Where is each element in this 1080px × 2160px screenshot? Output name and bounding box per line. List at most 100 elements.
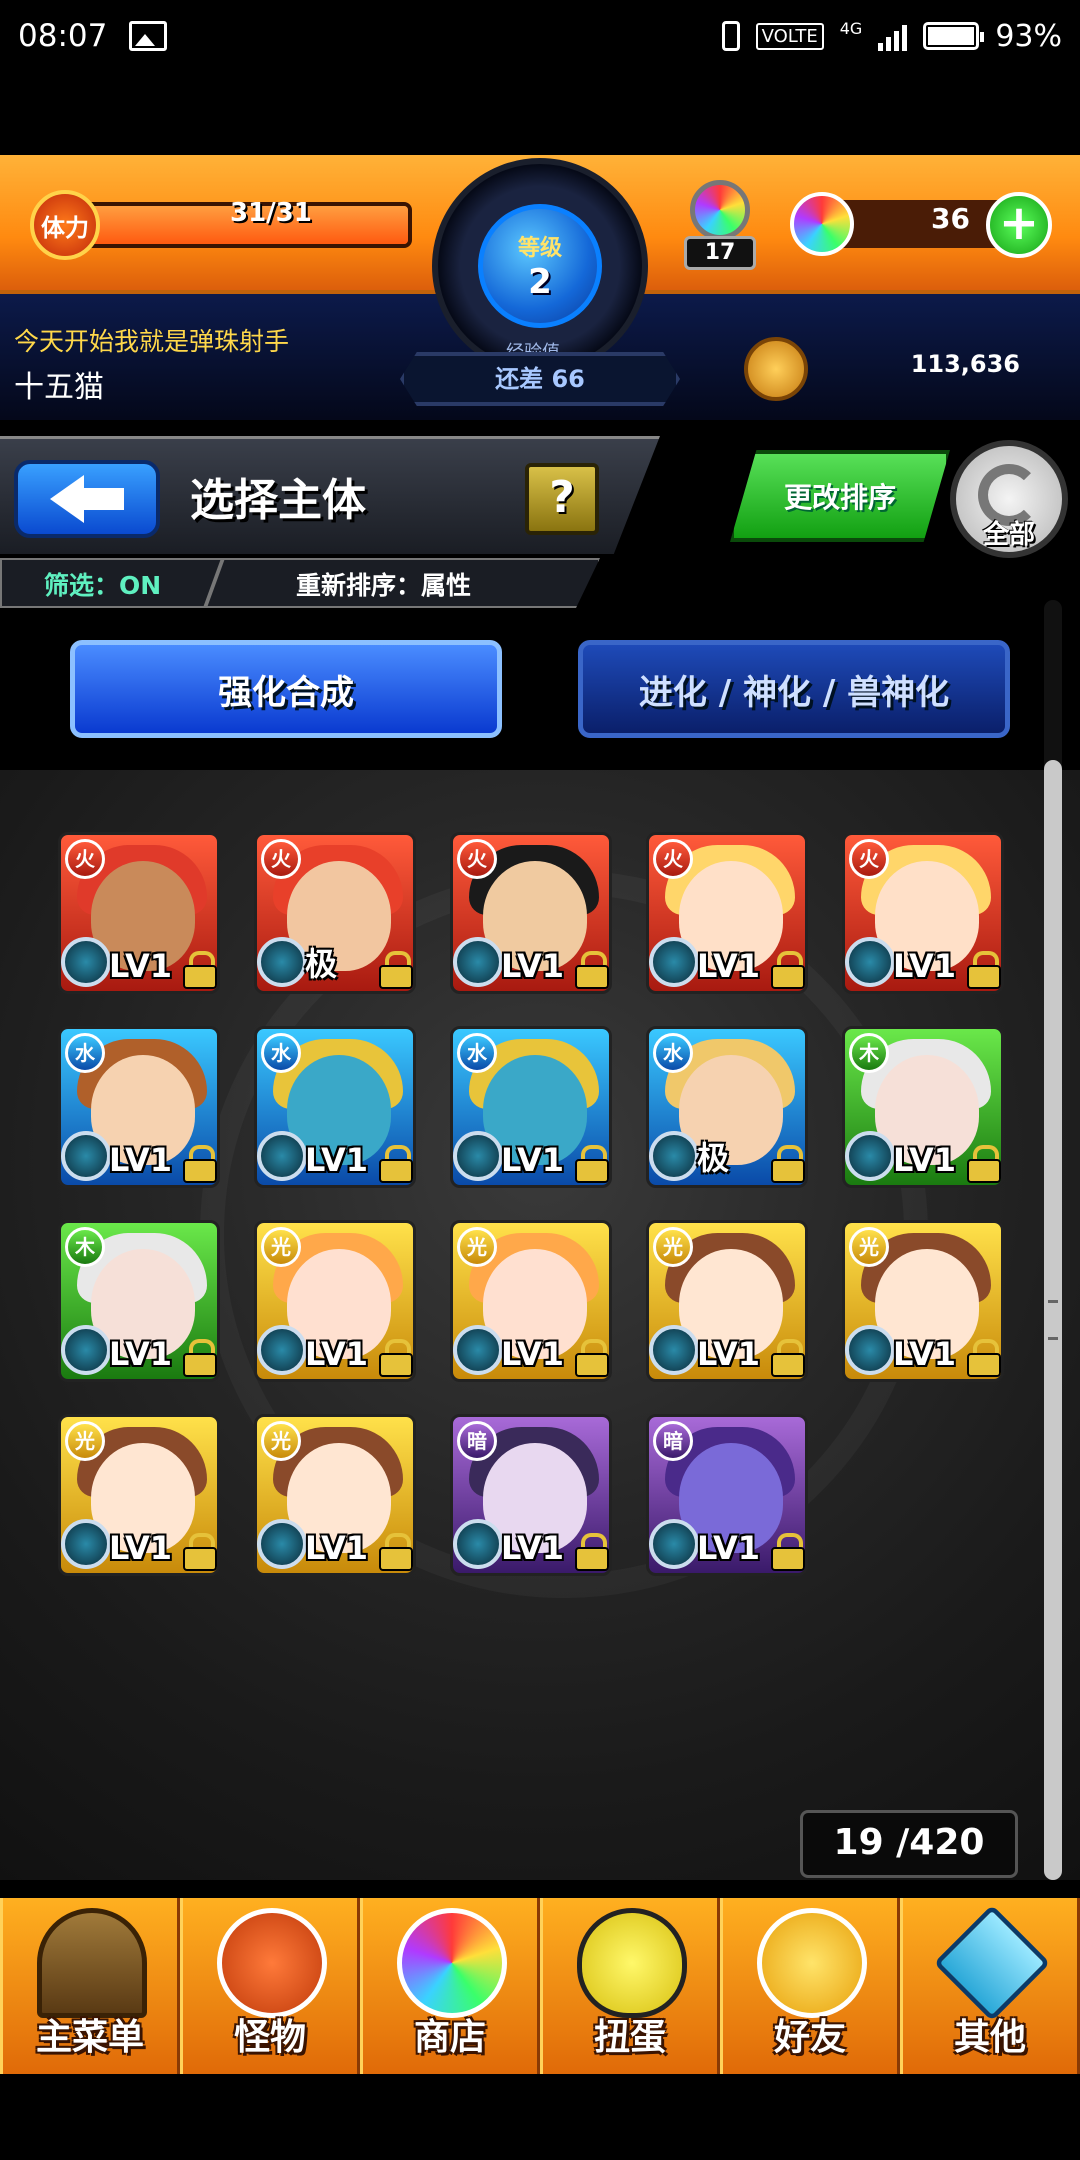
lock-icon[interactable] bbox=[575, 1533, 609, 1571]
clock: 08:07 bbox=[18, 18, 108, 54]
lock-icon[interactable] bbox=[771, 1339, 805, 1377]
luck-slot-icon bbox=[649, 937, 699, 987]
monster-card[interactable]: 暗 LV1 bbox=[646, 1414, 808, 1576]
lock-icon[interactable] bbox=[183, 951, 217, 989]
lock-icon[interactable] bbox=[183, 1339, 217, 1377]
lock-icon[interactable] bbox=[379, 951, 413, 989]
monster-card[interactable]: 光 LV1 bbox=[58, 1414, 220, 1576]
monster-card[interactable]: 光 LV1 bbox=[842, 1220, 1004, 1382]
monster-level: LV1 bbox=[893, 1141, 957, 1179]
monster-card[interactable]: 火 LV1 bbox=[646, 832, 808, 994]
luck-slot-icon bbox=[845, 1131, 895, 1181]
nav-label: 主菜单 bbox=[35, 2017, 144, 2058]
exp-panel: 还差 66 bbox=[400, 352, 680, 406]
system-nav-bar bbox=[0, 2074, 1080, 2160]
tab-evolution[interactable]: 进化 / 神化 / 兽神化 bbox=[578, 640, 1010, 738]
luck-slot-icon bbox=[453, 1325, 503, 1375]
lock-icon[interactable] bbox=[771, 1145, 805, 1183]
luck-slot-icon bbox=[649, 1325, 699, 1375]
luck-slot-icon bbox=[61, 937, 111, 987]
lock-icon[interactable] bbox=[967, 1339, 1001, 1377]
lock-icon[interactable] bbox=[771, 951, 805, 989]
lock-icon[interactable] bbox=[183, 1145, 217, 1183]
luck-slot-icon bbox=[257, 1131, 307, 1181]
lock-icon[interactable] bbox=[771, 1533, 805, 1571]
lock-icon[interactable] bbox=[967, 1145, 1001, 1183]
nav-item-other[interactable]: 其他 bbox=[900, 1898, 1080, 2074]
lock-icon[interactable] bbox=[967, 951, 1001, 989]
tab-power-up[interactable]: 强化合成 bbox=[70, 640, 502, 738]
gift-orb-counter[interactable]: 17 bbox=[680, 180, 760, 270]
luck-slot-icon bbox=[453, 1131, 503, 1181]
help-button[interactable]: ? bbox=[525, 463, 599, 535]
lock-icon[interactable] bbox=[379, 1533, 413, 1571]
orb-counter: 36 + bbox=[790, 192, 1060, 258]
nav-label: 怪物 bbox=[233, 2017, 306, 2058]
nav-item-orb[interactable]: 商店 bbox=[360, 1898, 540, 2074]
network-type: 4G bbox=[839, 18, 863, 38]
monster-level: LV1 bbox=[109, 947, 173, 985]
battery-percent: 93% bbox=[995, 18, 1062, 54]
monster-level: LV1 bbox=[893, 947, 957, 985]
monster-card[interactable]: 火 LV1 bbox=[450, 832, 612, 994]
monster-level: LV1 bbox=[893, 1335, 957, 1373]
monster-level: LV1 bbox=[109, 1141, 173, 1179]
monster-card[interactable]: 水 LV1 bbox=[254, 1026, 416, 1188]
monster-level: LV1 bbox=[305, 1529, 369, 1567]
monster-card[interactable]: 水 LV1 bbox=[58, 1026, 220, 1188]
monster-card[interactable]: 火 LV1 bbox=[58, 832, 220, 994]
coin-count: 113,636 bbox=[910, 350, 1020, 378]
lock-icon[interactable] bbox=[379, 1145, 413, 1183]
nav-item-gate[interactable]: 主菜单 bbox=[0, 1898, 180, 2074]
luck-slot-icon bbox=[61, 1519, 111, 1569]
water-icon: 水 bbox=[65, 1033, 105, 1073]
monster-level: LV1 bbox=[109, 1335, 173, 1373]
monster-card[interactable]: 水极 bbox=[646, 1026, 808, 1188]
luck-slot-icon bbox=[453, 937, 503, 987]
player-name: 十五猫 bbox=[14, 370, 104, 405]
scrollbar-grip bbox=[1048, 1300, 1058, 1340]
stamina-badge: 体力 bbox=[30, 190, 100, 260]
nav-item-monster[interactable]: 怪物 bbox=[180, 1898, 360, 2074]
monster-card[interactable]: 火极 bbox=[254, 832, 416, 994]
water-icon: 水 bbox=[261, 1033, 301, 1073]
monster-card[interactable]: 木 LV1 bbox=[842, 1026, 1004, 1188]
monster-card[interactable]: 暗 LV1 bbox=[450, 1414, 612, 1576]
vibrate-icon bbox=[721, 21, 740, 51]
monster-card[interactable]: 光 LV1 bbox=[450, 1220, 612, 1382]
monster-card[interactable]: 光 LV1 bbox=[646, 1220, 808, 1382]
level-badge: 等级 2 bbox=[478, 204, 602, 328]
back-button[interactable] bbox=[14, 460, 160, 538]
gift-orb-count: 17 bbox=[684, 236, 756, 270]
fire-icon: 火 bbox=[65, 839, 105, 879]
lock-icon[interactable] bbox=[379, 1339, 413, 1377]
monster-card[interactable]: 光 LV1 bbox=[254, 1414, 416, 1576]
monster-card[interactable]: 火 LV1 bbox=[842, 832, 1004, 994]
light-icon: 光 bbox=[849, 1227, 889, 1267]
monster-card[interactable]: 光 LV1 bbox=[254, 1220, 416, 1382]
monster-card[interactable]: 木 LV1 bbox=[58, 1220, 220, 1382]
monster-level: LV1 bbox=[697, 1335, 761, 1373]
luck-slot-icon bbox=[453, 1519, 503, 1569]
lock-icon[interactable] bbox=[575, 951, 609, 989]
add-orb-button[interactable]: + bbox=[986, 192, 1052, 258]
wood-icon: 木 bbox=[65, 1227, 105, 1267]
back-arrow-icon bbox=[50, 475, 84, 523]
nav-label: 扭蛋 bbox=[593, 2017, 666, 2058]
monster-card[interactable]: 水 LV1 bbox=[450, 1026, 612, 1188]
show-all-button[interactable]: 全部 bbox=[950, 440, 1068, 558]
monster-level: LV1 bbox=[501, 1141, 565, 1179]
sort-mode[interactable]: 重新排序：属性 bbox=[296, 566, 471, 602]
monster-level: 极 bbox=[305, 945, 338, 983]
orb-icon bbox=[790, 192, 854, 256]
egg-icon bbox=[577, 1908, 687, 2018]
change-sort-button[interactable]: 更改排序 bbox=[730, 450, 950, 542]
fire-icon: 火 bbox=[457, 839, 497, 879]
lock-icon[interactable] bbox=[575, 1339, 609, 1377]
nav-item-egg[interactable]: 扭蛋 bbox=[540, 1898, 720, 2074]
lock-icon[interactable] bbox=[183, 1533, 217, 1571]
nav-item-friend[interactable]: 好友 bbox=[720, 1898, 900, 2074]
luck-slot-icon bbox=[257, 1519, 307, 1569]
filter-toggle[interactable]: 筛选：ON bbox=[44, 566, 161, 602]
lock-icon[interactable] bbox=[575, 1145, 609, 1183]
